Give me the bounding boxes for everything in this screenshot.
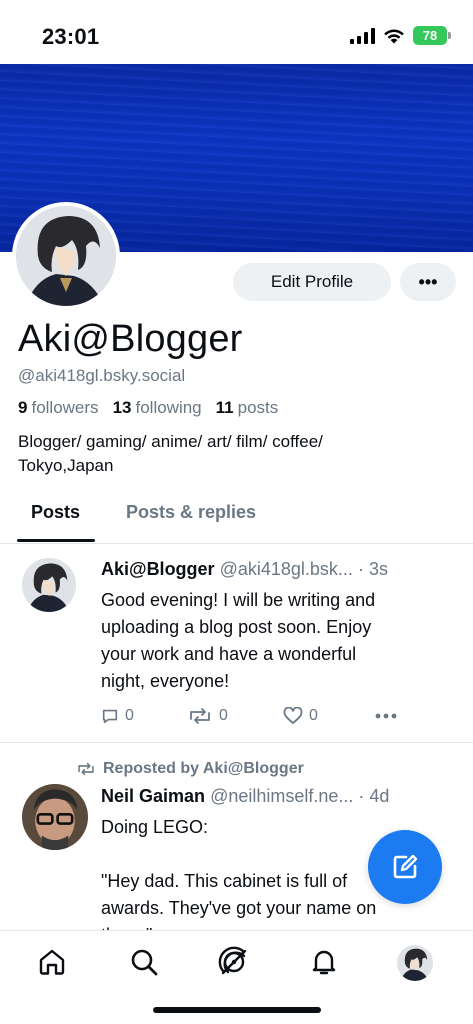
followers-label: followers <box>31 398 99 417</box>
notifications-icon <box>312 950 336 975</box>
post-text-line: Good evening! I will be writing and <box>101 590 376 610</box>
following-count: 13 <box>112 398 132 417</box>
following-label: following <box>135 398 202 417</box>
post-text-line: your work and have a wonderful <box>101 644 357 664</box>
nav-profile[interactable] <box>397 945 433 981</box>
battery-level: 78 <box>422 28 438 43</box>
post-time: · 3s <box>357 559 388 579</box>
profile-handle: @aki418gl.bsky.social <box>18 366 186 385</box>
profile-bio: Blogger/ gaming/ anime/ art/ film/ coffe… <box>18 430 458 478</box>
like-button[interactable]: 0 <box>283 707 375 725</box>
more-icon <box>375 713 397 719</box>
feed-post[interactable]: Aki@Blogger @aki418gl.bsk... · 3s Good e… <box>0 545 473 743</box>
post-text-line: night, everyone! <box>101 671 230 691</box>
post-header: Aki@Blogger @aki418gl.bsk... · 3s <box>101 559 441 580</box>
post-menu-button[interactable] <box>375 713 397 719</box>
display-name: Aki@Blogger <box>18 318 243 360</box>
edit-profile-button[interactable]: Edit Profile <box>233 263 391 301</box>
post-author-handle[interactable]: @neilhimself.ne... <box>210 786 353 806</box>
wifi-icon <box>384 29 404 43</box>
repost-icon <box>78 762 94 776</box>
profile-stats: 9 followers 13 following 11 posts <box>18 398 278 418</box>
status-time: 23:01 <box>42 24 100 49</box>
signal-icon <box>350 27 375 44</box>
like-count: 0 <box>309 707 318 724</box>
reply-icon <box>102 709 118 724</box>
repost-button[interactable]: 0 <box>187 707 283 725</box>
repost-indicator[interactable]: Reposted by Aki@Blogger <box>76 760 304 778</box>
post-text-line: them." <box>101 922 451 930</box>
profile-avatar <box>397 945 433 981</box>
avatar-image <box>16 206 116 306</box>
post-text-line: uploading a blog post soon. Enjoy <box>101 617 372 637</box>
home-icon <box>39 949 65 975</box>
following-stat[interactable]: 13 following <box>113 398 202 418</box>
post-author-name[interactable]: Aki@Blogger <box>101 559 215 579</box>
nav-home[interactable] <box>35 945 69 979</box>
nav-search[interactable] <box>127 945 161 979</box>
tab-posts[interactable]: Posts <box>31 502 80 523</box>
more-options-button[interactable]: ••• <box>400 263 456 301</box>
battery-icon: 78 <box>413 26 451 45</box>
tab-posts-and-replies[interactable]: Posts & replies <box>126 502 256 523</box>
repost-icon <box>190 708 210 724</box>
posts-count: 11 <box>215 398 234 417</box>
bio-line: Blogger/ gaming/ anime/ art/ film/ coffe… <box>18 432 323 451</box>
post-author-avatar[interactable] <box>22 784 88 850</box>
followers-stat[interactable]: 9 followers <box>18 398 99 418</box>
profile-tabs: Posts Posts & replies <box>0 492 473 544</box>
status-icons: 78 <box>350 26 451 45</box>
post-actions: 0 0 0 <box>101 707 397 725</box>
nav-feeds[interactable] <box>217 945 251 979</box>
search-icon <box>131 949 158 976</box>
reply-count: 0 <box>125 707 134 724</box>
status-bar: 23:01 78 <box>0 0 473 64</box>
repost-count: 0 <box>219 707 228 724</box>
repost-label: Reposted by Aki@Blogger <box>103 760 304 777</box>
post-author-handle[interactable]: @aki418gl.bsk... <box>220 559 353 579</box>
post-author-avatar[interactable] <box>22 558 76 612</box>
posts-label: posts <box>237 398 279 417</box>
nav-notifications[interactable] <box>307 945 341 979</box>
posts-stat: 11 posts <box>216 398 279 418</box>
followers-count: 9 <box>18 398 28 417</box>
home-indicator <box>153 1007 321 1013</box>
profile-avatar[interactable] <box>12 202 120 310</box>
bio-line: Tokyo,Japan <box>18 456 114 475</box>
reply-button[interactable]: 0 <box>101 707 187 725</box>
compose-icon <box>393 854 418 879</box>
post-time: · 4d <box>358 786 390 806</box>
post-header: Neil Gaiman @neilhimself.ne... · 4d <box>101 786 441 807</box>
post-text: Good evening! I will be writing and uplo… <box>101 587 451 695</box>
feeds-icon <box>218 946 247 975</box>
heart-icon <box>283 707 303 724</box>
tab-active-indicator <box>17 539 95 542</box>
compose-button[interactable] <box>368 830 442 904</box>
post-author-name[interactable]: Neil Gaiman <box>101 786 205 806</box>
